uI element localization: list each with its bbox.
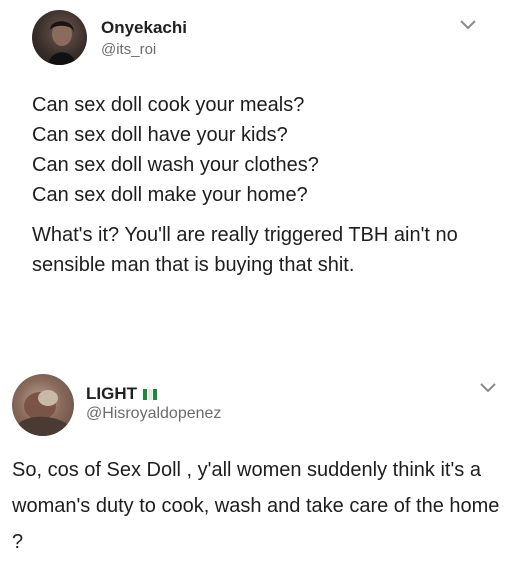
tweet-paragraph: What's it? You'll are really triggered T… — [32, 224, 458, 276]
avatar[interactable] — [32, 10, 87, 65]
avatar[interactable] — [12, 374, 74, 436]
display-name: LIGHT — [86, 384, 137, 403]
display-name-row[interactable]: LIGHT — [86, 384, 157, 404]
user-handle[interactable]: @Hisroyaldopenez — [86, 405, 221, 423]
tweet-line: Can sex doll have your kids? — [32, 124, 288, 146]
tweet-line: Can sex doll cook your meals? — [32, 94, 305, 116]
chevron-down-icon[interactable] — [479, 382, 497, 394]
tweet-light: LIGHT @Hisroyaldopenez So, cos of Sex Do… — [0, 360, 518, 581]
profile-photo-icon — [48, 21, 76, 65]
tweet-text: Can sex doll cook your meals? Can sex do… — [32, 90, 502, 280]
tweet-line: Can sex doll make your home? — [32, 184, 308, 206]
nigeria-flag-icon — [143, 388, 157, 400]
tweet-onyekachi: Onyekachi @its_roi Can sex doll cook you… — [0, 0, 518, 360]
user-handle[interactable]: @its_roi — [101, 41, 156, 58]
chevron-down-icon[interactable] — [459, 19, 477, 31]
tweet-text: So, cos of Sex Doll , y'all women sudden… — [12, 459, 500, 553]
profile-photo-icon — [18, 390, 70, 436]
display-name[interactable]: Onyekachi — [101, 18, 187, 38]
tweet-line: Can sex doll wash your clothes? — [32, 154, 319, 176]
